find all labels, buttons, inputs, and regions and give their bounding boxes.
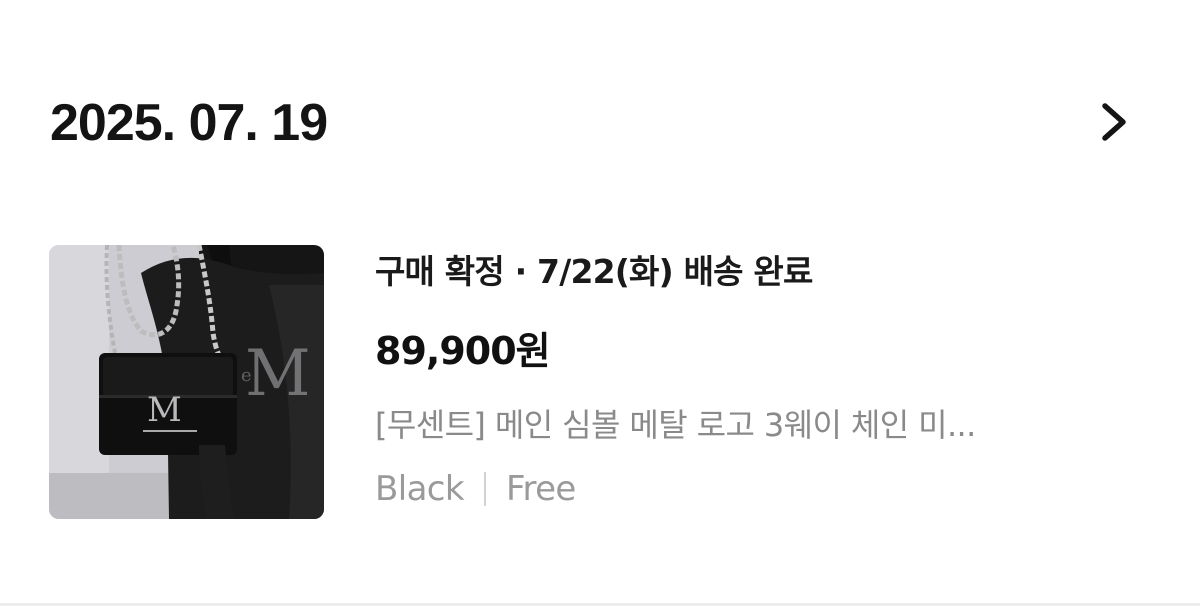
- order-status: 구매 확정 · 7/22(화) 배송 완료: [375, 252, 813, 291]
- svg-text:e: e: [241, 365, 252, 386]
- order-detail-button[interactable]: [1086, 94, 1142, 150]
- svg-text:M: M: [245, 337, 311, 411]
- product-image[interactable]: M e M: [49, 245, 324, 519]
- product-options: Black Free: [375, 466, 576, 512]
- option-size: Free: [506, 469, 576, 509]
- chevron-right-icon: [1096, 100, 1132, 144]
- option-divider: [484, 472, 486, 506]
- product-price: 89,900원: [375, 329, 551, 373]
- svg-text:M: M: [147, 390, 182, 430]
- product-name[interactable]: [무센트] 메인 심볼 메탈 로고 3웨이 체인 미...: [375, 402, 976, 448]
- order-card[interactable]: 2025. 07. 19 M e M 구매 확정 · 7/22(화) 배송 완료…: [0, 0, 1200, 603]
- option-color: Black: [375, 469, 465, 509]
- order-date: 2025. 07. 19: [50, 94, 328, 152]
